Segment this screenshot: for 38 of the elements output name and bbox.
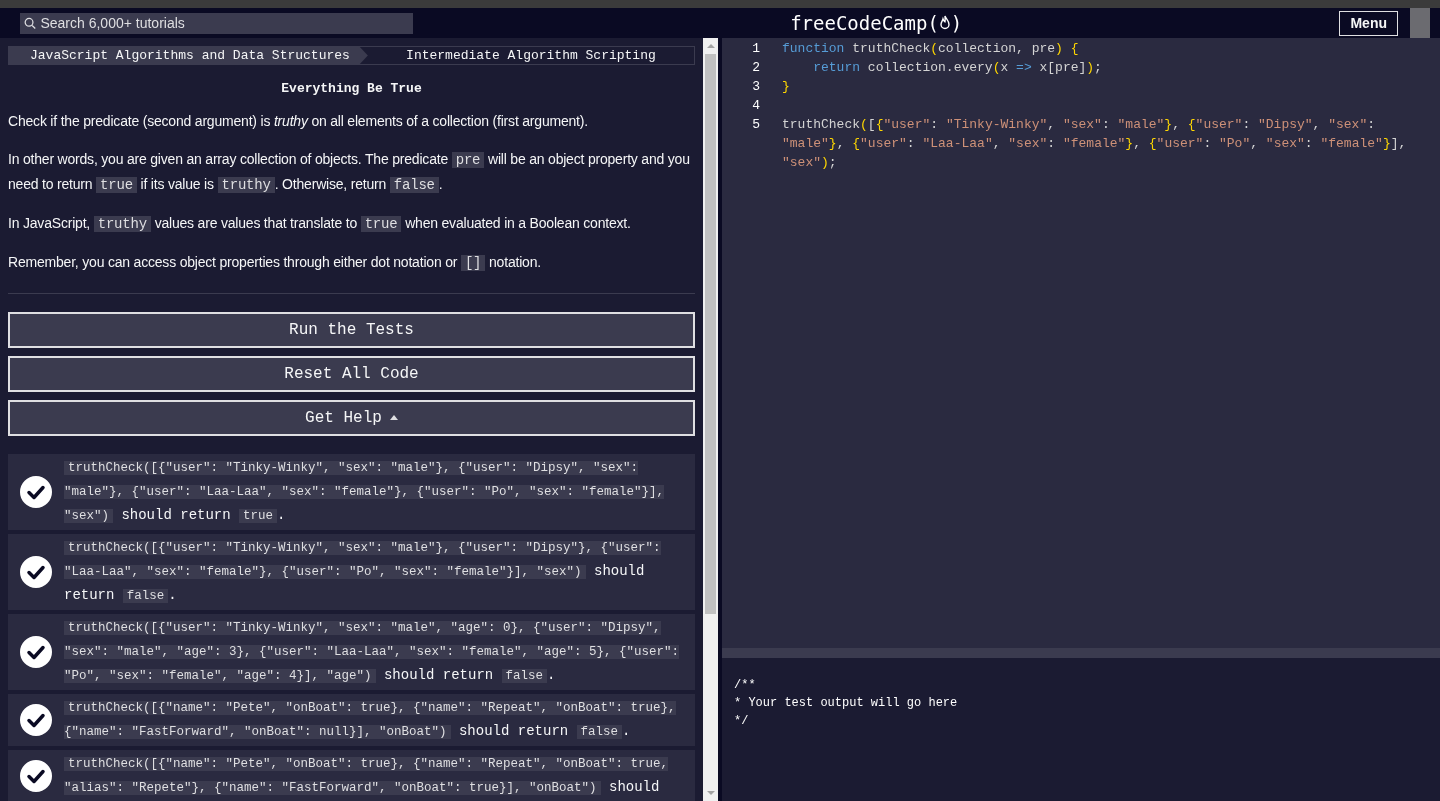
breadcrumb-link[interactable]: JavaScript Algorithms and Data Structures [9,47,368,64]
output-line: /** [734,677,756,694]
scroll-up-icon [706,42,715,50]
line-number: 4 [751,97,761,115]
test-description: truthCheck([{"name": "Pete", "onBoat": true}, {"name": "Repeat", "onBoat": true, "alias": "Repete"}, {"name": "FastForward", "onBoat": true}], "onBoat") should [64,755,670,797]
menu-button[interactable]: Menu [1339,10,1398,36]
action-button[interactable]: Reset All Code [8,355,695,392]
search-icon [24,16,37,30]
site-logo[interactable]: freeCodeCamp( ) [790,8,963,38]
test-description: truthCheck([{"user": "Tinky-Winky", "sex": "male", "age": 0}, {"user": "Dipsy", "sex": "male", "age": 3}, {"user": "Laa-Laa", "sex": "female", "age": 5}, {"user": "Po", "sex": "female", "age": 4}], "age") should return false . [64,619,681,685]
scrollbar[interactable] [703,38,718,801]
line-number: 5 [751,116,761,134]
test-description: truthCheck([{"user": "Tinky-Winky", "sex": "male"}, {"user": "Dipsy", "sex": "male"}, {"user": "Laa-Laa", "sex": "female"}, {"user": "Po", "sex": "female"}], "sex") should return true . [64,459,666,525]
flame-icon [938,15,951,31]
line-number: 2 [751,59,761,77]
description-paragraph: In JavaScript, truthy values are values that translate to true when evaluated in a Boolean context. [8,213,632,234]
code-line: truthCheck([{"user": "Tinky-Winky", "sex": "male"}, {"user": "Dipsy", "sex": "male"}, {"user": "Laa-Laa", "sex": "female"}, {"user": "Po", "sex": "female"}], "sex"); [782,116,1408,172]
code-line: function truthCheck(collection, pre) { [782,40,1080,58]
line-number: 1 [751,40,761,58]
action-button[interactable]: Run the Tests [8,311,695,348]
scrollbar-thumb[interactable] [705,54,716,614]
test-description: truthCheck([{"user": "Tinky-Winky", "sex": "male"}, {"user": "Dipsy"}, {"user": "Laa-Laa", "sex": "female"}, {"user": "Po", "sex": "female"}], "sex") should return false . [64,539,662,605]
output-line: */ [734,713,749,730]
scroll-down-icon [706,789,715,797]
caret-icon [389,415,398,420]
description-paragraph: Check if the predicate (second argument) is truthy on all elements of a collection (first argument). [8,111,589,131]
test-description: truthCheck([{"name": "Pete", "onBoat": true}, {"name": "Repeat", "onBoat": true}, {"name": "FastForward", "onBoat": null}], "onBoat") should return false . [64,699,677,741]
description-paragraph: Remember, you can access object properties through either dot notation or [] notation. [8,252,542,273]
output-line: * Your test output will go here [734,695,958,712]
line-number: 3 [751,78,761,96]
action-button[interactable]: Get Help [8,399,695,436]
avatar-photo-placeholder[interactable] [1410,8,1430,38]
challenge-title: Everything Be True [280,80,423,98]
description-paragraph: In other words, you are given an array collection of objects. The predicate pre will be an object property and you need to return true if its value is truthy . Otherwise, return false . [8,149,691,195]
breadcrumb-link[interactable]: Intermediate Algorithm Scripting [367,47,694,64]
code-editor[interactable] [722,38,1440,648]
code-line: } [782,78,791,96]
code-line: return collection.every(x => x[pre]); [812,59,1103,77]
